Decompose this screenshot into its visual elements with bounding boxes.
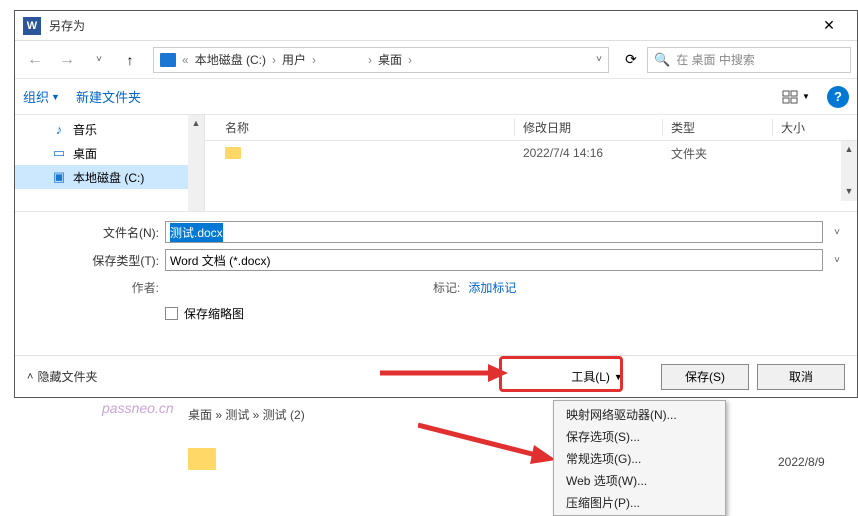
- nav-up-icon[interactable]: ↑: [117, 47, 143, 73]
- chevron-down-icon: ▼: [614, 372, 623, 382]
- tags-label: 标记:: [433, 279, 460, 296]
- filetype-label: 保存类型(T):: [27, 252, 159, 269]
- drive-icon: ▣: [51, 169, 67, 185]
- navigation-bar: ← → ˅ ↑ « 本地磁盘 (C:) › 用户 › › 桌面 › ˅ ⟳ 🔍 …: [15, 41, 857, 79]
- sidebar-item-label: 桌面: [73, 145, 97, 162]
- folder-icon: [225, 147, 241, 159]
- search-input[interactable]: 🔍 在 桌面 中搜索: [647, 47, 851, 73]
- bg-breadcrumb: 桌面 » 测试 » 测试 (2): [188, 406, 305, 423]
- view-mode-button[interactable]: ▼: [781, 85, 811, 109]
- titlebar: W 另存为 ✕: [15, 11, 857, 41]
- nav-forward-icon[interactable]: →: [53, 46, 81, 74]
- hide-folders-toggle[interactable]: ˄ 隐藏文件夹: [27, 368, 97, 385]
- sidebar: ♪ 音乐 ▭ 桌面 ▣ 本地磁盘 (C:) ▲: [15, 115, 205, 211]
- save-button[interactable]: 保存(S): [661, 364, 749, 390]
- col-type[interactable]: 类型: [663, 119, 773, 136]
- col-date[interactable]: 修改日期: [515, 119, 663, 136]
- sidebar-item-label: 本地磁盘 (C:): [73, 169, 144, 186]
- help-button[interactable]: ?: [827, 86, 849, 108]
- sidebar-scrollbar[interactable]: ▲: [188, 115, 204, 211]
- watermark: passneo.cn: [102, 400, 174, 416]
- address-dropdown-icon[interactable]: ˅: [596, 54, 602, 65]
- col-size[interactable]: 大小: [773, 119, 857, 136]
- crumb-sep: «: [182, 53, 189, 67]
- thumbnail-label: 保存缩略图: [184, 305, 244, 322]
- cancel-button[interactable]: 取消: [757, 364, 845, 390]
- music-icon: ♪: [51, 121, 67, 137]
- tools-button[interactable]: 工具(L) ▼: [541, 364, 653, 390]
- crumb-0[interactable]: 本地磁盘 (C:): [195, 51, 266, 68]
- search-icon: 🔍: [654, 52, 670, 68]
- list-header: 名称 修改日期 类型 大小: [205, 115, 857, 141]
- crumb-1[interactable]: 用户: [282, 51, 306, 68]
- scroll-up-icon[interactable]: ▲: [841, 141, 857, 157]
- organize-button[interactable]: 组织▼: [23, 87, 60, 106]
- dialog-title: 另存为: [49, 17, 809, 34]
- list-scrollbar[interactable]: ▲ ▼: [841, 141, 857, 201]
- list-row[interactable]: 2022/7/4 14:16 文件夹: [205, 141, 857, 165]
- address-bar[interactable]: « 本地磁盘 (C:) › 用户 › › 桌面 › ˅: [153, 47, 609, 73]
- desktop-icon: ▭: [51, 145, 67, 161]
- scroll-up-icon[interactable]: ▲: [188, 115, 204, 131]
- crumb-3[interactable]: 桌面: [378, 51, 402, 68]
- menu-save-options[interactable]: 保存选项(S)...: [556, 425, 723, 447]
- chevron-down-icon: ▼: [51, 92, 60, 102]
- menu-web-options[interactable]: Web 选项(W)...: [556, 469, 723, 491]
- close-button[interactable]: ✕: [809, 12, 849, 40]
- file-list: 名称 修改日期 类型 大小 2022/7/4 14:16 文件夹 ▲ ▼: [205, 115, 857, 211]
- sidebar-item-music[interactable]: ♪ 音乐: [15, 117, 204, 141]
- author-label: 作者:: [111, 279, 159, 296]
- filetype-dropdown-icon[interactable]: ˅: [829, 255, 845, 266]
- dialog-footer: ˄ 隐藏文件夹 工具(L) ▼ 保存(S) 取消: [15, 355, 857, 397]
- menu-map-drive[interactable]: 映射网络驱动器(N)...: [556, 403, 723, 425]
- word-app-icon: W: [23, 17, 41, 35]
- bg-folder-1: [188, 448, 216, 470]
- nav-recent-icon[interactable]: ˅: [85, 46, 113, 74]
- bg-date: 2022/8/9: [778, 455, 825, 469]
- drive-icon: [160, 53, 176, 67]
- sidebar-item-local-disk[interactable]: ▣ 本地磁盘 (C:): [15, 165, 204, 189]
- annotation-arrow-2: [418, 420, 558, 470]
- filename-dropdown-icon[interactable]: ˅: [829, 227, 845, 238]
- new-folder-button[interactable]: 新建文件夹: [76, 87, 141, 106]
- menu-compress-pictures[interactable]: 压缩图片(P)...: [556, 491, 723, 513]
- thumbnail-checkbox[interactable]: [165, 307, 178, 320]
- filename-label: 文件名(N):: [27, 224, 159, 241]
- refresh-button[interactable]: ⟳: [619, 51, 643, 68]
- filename-input[interactable]: 测试.docx: [165, 221, 823, 243]
- tools-dropdown-menu: 映射网络驱动器(N)... 保存选项(S)... 常规选项(G)... Web …: [553, 400, 726, 516]
- scroll-down-icon[interactable]: ▼: [841, 183, 857, 199]
- sidebar-item-label: 音乐: [73, 121, 97, 138]
- col-name[interactable]: 名称: [205, 119, 515, 136]
- search-placeholder: 在 桌面 中搜索: [676, 51, 755, 68]
- menu-general-options[interactable]: 常规选项(G)...: [556, 447, 723, 469]
- form-area: 文件名(N): 测试.docx ˅ 保存类型(T): Word 文档 (*.do…: [15, 211, 857, 326]
- chevron-up-icon: ˄: [27, 371, 33, 383]
- sidebar-item-desktop[interactable]: ▭ 桌面: [15, 141, 204, 165]
- save-as-dialog: W 另存为 ✕ ← → ˅ ↑ « 本地磁盘 (C:) › 用户 › › 桌面 …: [14, 10, 858, 398]
- add-tags-link[interactable]: 添加标记: [468, 279, 516, 296]
- nav-back-icon[interactable]: ←: [21, 46, 49, 74]
- filetype-select[interactable]: Word 文档 (*.docx): [165, 249, 823, 271]
- toolbar: 组织▼ 新建文件夹 ▼ ?: [15, 79, 857, 115]
- chevron-down-icon: ▼: [802, 92, 810, 101]
